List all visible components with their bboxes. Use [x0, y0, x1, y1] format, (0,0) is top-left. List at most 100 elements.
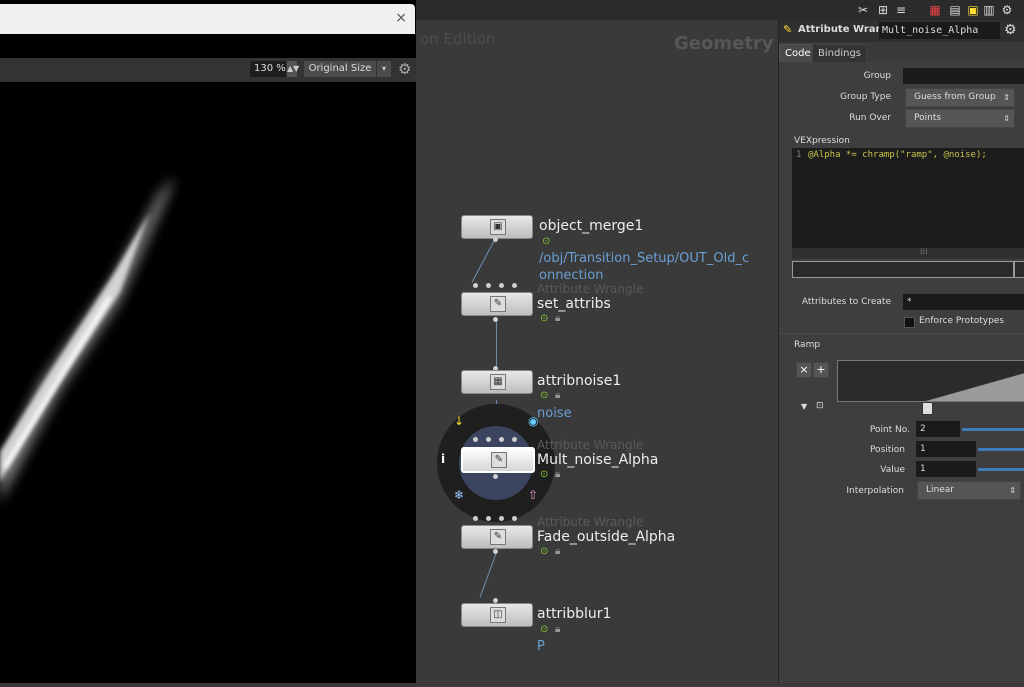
interpolation-dropdown[interactable]: Linear ⇕	[917, 481, 1021, 500]
value-slider[interactable]	[978, 468, 1024, 471]
display-flag-icon[interactable]: ⊙	[540, 469, 548, 480]
position-slider[interactable]	[978, 448, 1024, 451]
list-icon[interactable]: ≡	[894, 3, 908, 17]
ramp-add-point-button[interactable]: +	[813, 362, 829, 378]
lock-icon[interactable]: 🔒︎	[555, 546, 560, 557]
network-editor[interactable]	[416, 20, 778, 683]
ramp-expand-icon[interactable]: ▼	[801, 402, 807, 411]
node-attribnoise1[interactable]: ▦	[461, 370, 533, 394]
input-connector[interactable]	[486, 437, 491, 442]
input-connector[interactable]	[499, 437, 504, 442]
wrangle-icon: ✎	[490, 296, 506, 312]
input-connector[interactable]	[512, 437, 517, 442]
ramp-link-icon[interactable]: ⊡	[816, 401, 824, 411]
point-no-slider[interactable]	[962, 428, 1024, 431]
zoom-dropdown[interactable]: ▾	[377, 61, 391, 77]
input-connector[interactable]	[473, 516, 478, 521]
vex-output-field-extra[interactable]	[1014, 261, 1024, 278]
input-connector[interactable]	[512, 516, 517, 521]
note-icon[interactable]: ▣	[966, 3, 980, 17]
bypass-icon[interactable]: ↓	[454, 414, 464, 428]
node-name-set-attribs: set_attribs	[537, 296, 611, 312]
node-attribute-noise: noise	[537, 406, 572, 421]
group-field[interactable]	[903, 68, 1024, 84]
node-name-object-merge1: object_merge1	[539, 218, 644, 234]
input-connector[interactable]	[473, 437, 478, 442]
info-button[interactable]: i	[441, 452, 445, 466]
input-connector[interactable]	[473, 283, 478, 288]
output-connector[interactable]	[493, 474, 498, 479]
editor-resize-handle[interactable]: ⁞⁞⁞	[792, 247, 1024, 259]
node-fade-outside-alpha[interactable]: ✎	[461, 525, 533, 549]
group-type-value: Guess from Group	[914, 92, 996, 102]
enforce-prototypes-checkbox[interactable]	[904, 317, 915, 328]
node-name-field[interactable]: Mult_noise_Alpha	[879, 22, 1000, 39]
gear-icon[interactable]: ⚙	[1004, 22, 1017, 38]
vex-code-editor[interactable]	[792, 148, 1024, 248]
group-label: Group	[863, 71, 891, 81]
node-type-label: Attribute Wrangle	[537, 282, 644, 296]
viewer-canvas[interactable]	[0, 82, 416, 683]
group-type-dropdown[interactable]: Guess from Group ⇕	[905, 88, 1015, 107]
point-no-field[interactable]: 2	[916, 421, 960, 437]
position-field[interactable]: 1	[916, 441, 976, 457]
ramp-editor[interactable]	[837, 360, 1024, 402]
lock-icon[interactable]: 🔒︎	[555, 390, 560, 401]
input-connector[interactable]	[512, 283, 517, 288]
display-flag-icon[interactable]: ⊙	[540, 390, 548, 401]
lock-icon[interactable]: 🔒︎	[555, 469, 560, 480]
output-connector[interactable]	[493, 237, 498, 242]
node-mult-noise-alpha[interactable]: ✎	[461, 447, 535, 473]
tab-code[interactable]: Code	[779, 44, 817, 63]
tab-bindings[interactable]: Bindings	[812, 44, 867, 63]
attributes-to-create-field[interactable]: *	[903, 294, 1024, 310]
value-field[interactable]: 1	[916, 461, 976, 477]
node-attribute-p: P	[537, 639, 545, 654]
display-flag-icon[interactable]: ⊙	[542, 236, 550, 247]
input-connector[interactable]	[499, 516, 504, 521]
zoom-stepper[interactable]: ▲▼	[287, 61, 299, 77]
template-icon[interactable]: ⇧	[528, 488, 538, 502]
input-connector[interactable]	[486, 516, 491, 521]
node-object-merge1[interactable]: ▣	[461, 215, 533, 239]
node-set-attribs[interactable]: ✎	[461, 292, 533, 316]
object-merge-icon: ▣	[490, 219, 506, 235]
input-connector[interactable]	[486, 283, 491, 288]
settings-icon[interactable]: ⚙	[1000, 3, 1014, 17]
display-flag-icon[interactable]: ⊙	[540, 313, 548, 324]
output-connector[interactable]	[493, 549, 498, 554]
vex-output-field[interactable]	[792, 261, 1014, 278]
lock-icon[interactable]: 🔒︎	[555, 313, 560, 324]
input-connector[interactable]	[499, 283, 504, 288]
display-flag-icon[interactable]: ⊙	[540, 546, 548, 557]
display-icon[interactable]: ▥	[982, 3, 996, 17]
grid-icon[interactable]: ▦	[928, 3, 942, 17]
position-label: Position	[869, 445, 905, 455]
lock-icon[interactable]: 🔒︎	[555, 624, 560, 635]
zoom-field[interactable]: 130 %	[250, 61, 286, 77]
vexpression-label: VEXpression	[794, 136, 850, 146]
chevron-updown-icon: ⇕	[1009, 486, 1016, 495]
output-connector[interactable]	[493, 317, 498, 322]
viewer-titlebar[interactable]: ×	[0, 4, 415, 34]
freeze-icon[interactable]: ❄	[454, 488, 464, 502]
original-size-button[interactable]: Original Size	[304, 61, 376, 77]
node-attribblur1[interactable]: ◫	[461, 603, 533, 627]
display-flag-icon[interactable]: ⊙	[540, 624, 548, 635]
vex-code-text[interactable]: @Alpha *= chramp("ramp", @noise);	[808, 150, 987, 160]
display-flag-radial-icon[interactable]: ◉	[528, 414, 538, 428]
close-icon[interactable]: ×	[395, 10, 407, 26]
network-faded-title: on Edition	[420, 30, 496, 48]
tree-icon[interactable]: ⊞	[876, 3, 890, 17]
point-no-label: Point No.	[869, 425, 910, 435]
gear-icon[interactable]: ⚙	[398, 60, 414, 78]
ramp-delete-point-button[interactable]: ×	[796, 362, 812, 378]
layout-icon[interactable]: ▤	[948, 3, 962, 17]
wrangle-icon: ✎	[491, 452, 507, 468]
run-over-dropdown[interactable]: Points ⇕	[905, 109, 1015, 128]
tools-icon[interactable]: ✂	[856, 3, 870, 17]
ramp-point-handle[interactable]	[922, 402, 933, 415]
chevron-updown-icon: ⇕	[1003, 93, 1010, 102]
grip-icon: ⁞⁞⁞	[920, 247, 928, 256]
ramp-label: Ramp	[794, 340, 821, 350]
